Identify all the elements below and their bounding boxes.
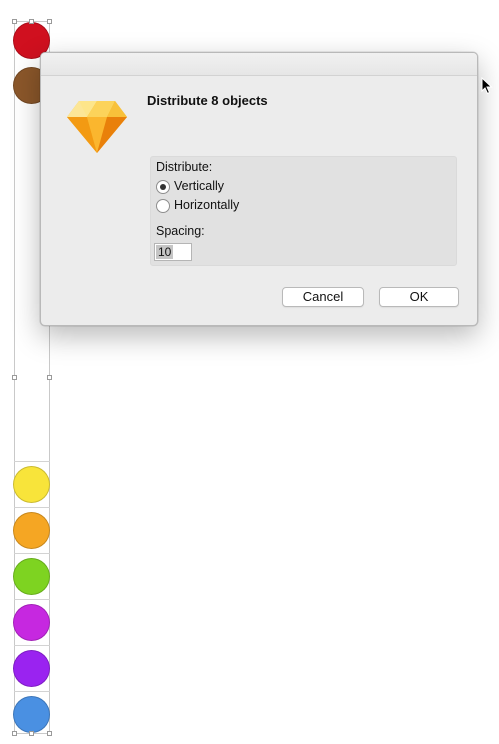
guide-line (14, 691, 50, 692)
distribute-options-panel: Distribute: Vertically Horizontally Spac… (150, 156, 457, 266)
guide-line (14, 645, 50, 646)
magenta-circle[interactable] (13, 604, 50, 641)
guide-line (14, 461, 50, 462)
radio-selected-dot (160, 184, 166, 190)
sketch-diamond-icon (67, 101, 127, 153)
dialog-titlebar[interactable] (41, 53, 477, 76)
purple-circle[interactable] (13, 650, 50, 687)
resize-handle-middle-right[interactable] (47, 375, 52, 380)
distribute-dialog: Distribute 8 objects Distribute: Vertica… (40, 52, 478, 326)
dialog-title: Distribute 8 objects (147, 93, 268, 108)
resize-handle-top-right[interactable] (47, 19, 52, 24)
vertically-label[interactable]: Vertically (174, 179, 224, 193)
resize-handle-top-left[interactable] (12, 19, 17, 24)
horizontally-radio[interactable] (156, 199, 170, 213)
horizontally-label[interactable]: Horizontally (174, 198, 239, 212)
distribute-label: Distribute: (156, 160, 213, 174)
guide-line (14, 553, 50, 554)
resize-handle-middle-left[interactable] (12, 375, 17, 380)
spacing-label: Spacing: (156, 224, 205, 238)
guide-line (14, 507, 50, 508)
resize-handle-top-center[interactable] (29, 19, 34, 24)
spacing-input[interactable]: 10 (154, 243, 192, 261)
guide-line (14, 599, 50, 600)
vertically-radio[interactable] (156, 180, 170, 194)
resize-handle-bottom-center[interactable] (29, 731, 34, 736)
ok-button[interactable]: OK (379, 287, 459, 307)
yellow-circle[interactable] (13, 466, 50, 503)
spacing-value: 10 (156, 245, 174, 259)
orange-circle[interactable] (13, 512, 50, 549)
resize-handle-bottom-right[interactable] (47, 731, 52, 736)
resize-handle-bottom-left[interactable] (12, 731, 17, 736)
green-circle[interactable] (13, 558, 50, 595)
blue-circle[interactable] (13, 696, 50, 733)
cancel-button[interactable]: Cancel (282, 287, 364, 307)
arrow-cursor-icon (481, 77, 493, 95)
